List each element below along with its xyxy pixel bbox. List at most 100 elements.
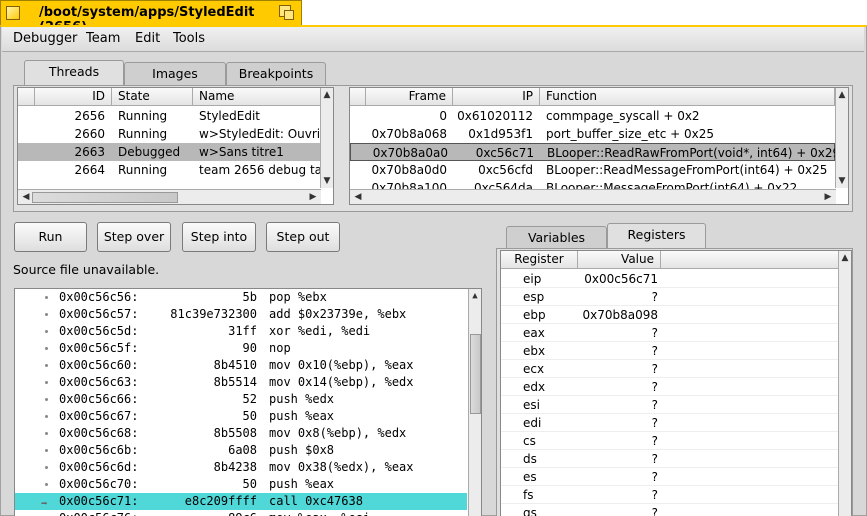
scroll-down-icon[interactable]: ▼ [321, 175, 333, 187]
source-code-view[interactable]: 0x00c56c56: 5b pop %ebx 0x00c56c57: 81c39e73… [14, 288, 482, 516]
stack-vscroll[interactable]: ▲ ▼ [835, 88, 848, 188]
breakpoint-marker-icon[interactable] [45, 432, 48, 435]
register-name: cs [523, 434, 536, 448]
threads-hscroll[interactable]: ◀ ▶ [18, 189, 321, 204]
step-into-button[interactable]: Step into [182, 222, 256, 252]
scroll-up-icon[interactable]: ▲ [836, 89, 848, 101]
run-button[interactable]: Run [14, 222, 87, 252]
table-row[interactable]: eip 0x00c56c71 [501, 270, 838, 288]
breakpoint-marker-icon[interactable] [45, 364, 48, 367]
step-over-button[interactable]: Step over [97, 222, 171, 252]
breakpoint-marker-icon[interactable] [45, 398, 48, 401]
menu-tools[interactable]: Tools [173, 31, 205, 46]
table-row[interactable]: edi? [501, 414, 838, 432]
column-name[interactable]: Name [193, 88, 321, 106]
code-line[interactable]: 0x00c56c63: 8b5514 mov 0x14(%ebp), %edx [15, 374, 467, 391]
code-line[interactable]: 0x00c56c5d: 31ff xor %edi, %edi [15, 323, 467, 340]
table-row[interactable]: ecx? [501, 360, 838, 378]
tab-threads[interactable]: Threads [24, 60, 124, 86]
column-register[interactable]: Register [501, 251, 578, 269]
breakpoint-marker-icon[interactable] [45, 466, 48, 469]
tab-images[interactable]: Images [124, 62, 226, 86]
scroll-left-icon[interactable]: ◀ [20, 191, 32, 203]
breakpoint-marker-icon[interactable] [45, 330, 48, 333]
menu-team[interactable]: Team [86, 31, 120, 46]
register-name: esi [523, 398, 540, 412]
stack-trace-list[interactable]: Frame IP Function 0 0x61020112 commpage_sy… [349, 87, 849, 205]
scroll-up-icon[interactable]: ▲ [321, 89, 333, 101]
table-row[interactable]: ebp 0x70b8a098 [501, 306, 838, 324]
table-row[interactable]: es? [501, 468, 838, 486]
source-vscroll[interactable]: ▲ [468, 289, 481, 516]
scroll-right-icon[interactable]: ▶ [822, 191, 834, 203]
instruction-bytes: 6a08 [228, 443, 257, 457]
table-row[interactable]: 2663 Debugged w>Sans titre1 [18, 143, 320, 161]
breakpoint-marker-icon[interactable] [45, 381, 48, 384]
code-line[interactable]: ➡ 0x00c56c71: e8c209ffff call 0xc47638 [15, 493, 467, 510]
close-box-icon[interactable] [6, 6, 20, 20]
table-row[interactable]: esi? [501, 396, 838, 414]
scroll-thumb[interactable] [32, 192, 178, 203]
window-title-tab[interactable]: /boot/system/apps/StyledEdit (2656) [0, 0, 302, 35]
code-line[interactable]: 0x00c56c57: 81c39e732300 add $0x23739e, %e… [15, 306, 467, 323]
table-row[interactable]: gs? [501, 504, 838, 516]
code-line[interactable]: 0x00c56c6d: 8b4238 mov 0x38(%edx), %eax [15, 459, 467, 476]
table-row[interactable]: 0x70b8a0d0 0xc56cfd BLooper::ReadMessageFr… [350, 161, 835, 179]
threads-vscroll[interactable]: ▲ ▼ [320, 88, 333, 188]
code-line[interactable]: 0x00c56c67: 50 push %eax [15, 408, 467, 425]
tab-registers[interactable]: Registers [607, 223, 706, 249]
scroll-down-icon[interactable]: ▼ [836, 175, 848, 187]
column-ip[interactable]: IP [453, 88, 540, 106]
registers-vscroll[interactable]: ▲ [838, 251, 851, 516]
zoom-box-icon[interactable] [279, 5, 295, 21]
scroll-left-icon[interactable]: ◀ [352, 191, 364, 203]
tab-breakpoints[interactable]: Breakpoints [226, 62, 326, 86]
code-line[interactable]: 0x00c56c68: 8b5508 mov 0x8(%ebp), %edx [15, 425, 467, 442]
code-line[interactable]: 0x00c56c70: 50 push %eax [15, 476, 467, 493]
code-line[interactable]: 0x00c56c56: 5b pop %ebx [15, 289, 467, 306]
thread-id: 2664 [74, 163, 105, 177]
menu-debugger[interactable]: Debugger [13, 31, 77, 46]
breakpoint-marker-icon[interactable] [45, 449, 48, 452]
menu-edit[interactable]: Edit [135, 31, 160, 46]
table-row[interactable]: edx? [501, 378, 838, 396]
threads-list[interactable]: ID State Name 2656 Running StyledEdit 2660 R… [17, 87, 334, 205]
table-row[interactable]: 0x70b8a0a0 0xc56c71 BLooper::ReadRawFromPo… [350, 143, 836, 161]
breakpoint-marker-icon[interactable] [45, 483, 48, 486]
tab-variables[interactable]: Variables [506, 226, 607, 250]
table-row[interactable]: ebx? [501, 342, 838, 360]
column-value[interactable]: Value [578, 251, 661, 269]
scroll-thumb[interactable] [470, 334, 481, 414]
code-line[interactable]: 0x00c56c60: 8b4510 mov 0x10(%ebp), %eax [15, 357, 467, 374]
stack-hscroll[interactable]: ◀ ▶ [350, 189, 836, 204]
instruction-bytes: 8b5514 [213, 375, 257, 389]
scroll-right-icon[interactable]: ▶ [307, 191, 319, 203]
breakpoint-marker-icon[interactable] [45, 347, 48, 350]
table-row[interactable]: fs? [501, 486, 838, 504]
column-frame[interactable]: Frame [366, 88, 453, 106]
code-line[interactable]: 0x00c56c6b: 6a08 push $0x8 [15, 442, 467, 459]
step-out-button[interactable]: Step out [266, 222, 340, 252]
table-row[interactable]: 2656 Running StyledEdit [18, 107, 320, 125]
table-row[interactable]: 2660 Running w>StyledEdit: Ouvrir [18, 125, 321, 143]
code-line[interactable]: 0x00c56c66: 52 push %edx [15, 391, 467, 408]
scroll-up-icon[interactable]: ▲ [469, 290, 481, 302]
code-line[interactable]: 0x00c56c5f: 90 nop [15, 340, 467, 357]
table-row[interactable]: esp? [501, 288, 838, 306]
breakpoint-marker-icon[interactable] [45, 313, 48, 316]
table-row[interactable]: cs? [501, 432, 838, 450]
column-state[interactable]: State [112, 88, 193, 106]
instruction-bytes: 5b [242, 290, 257, 304]
breakpoint-marker-icon[interactable] [45, 296, 48, 299]
registers-list[interactable]: Register Value eip 0x00c56c71 esp? ebp 0x70b… [500, 250, 852, 516]
table-row[interactable]: 0x70b8a068 0x1d953f1 port_buffer_size_etc … [350, 125, 835, 143]
scroll-up-icon[interactable]: ▲ [839, 252, 851, 264]
table-row[interactable]: 2664 Running team 2656 debug task [18, 161, 321, 179]
table-row[interactable]: ds? [501, 450, 838, 468]
column-function[interactable]: Function [540, 88, 835, 106]
column-id[interactable]: ID [35, 88, 112, 106]
table-row[interactable]: eax? [501, 324, 838, 342]
code-line[interactable]: 0x00c56c76:89c6 mov %eax, %esi [15, 510, 467, 516]
breakpoint-marker-icon[interactable] [45, 415, 48, 418]
table-row[interactable]: 0 0x61020112 commpage_syscall + 0x2 [350, 107, 835, 125]
